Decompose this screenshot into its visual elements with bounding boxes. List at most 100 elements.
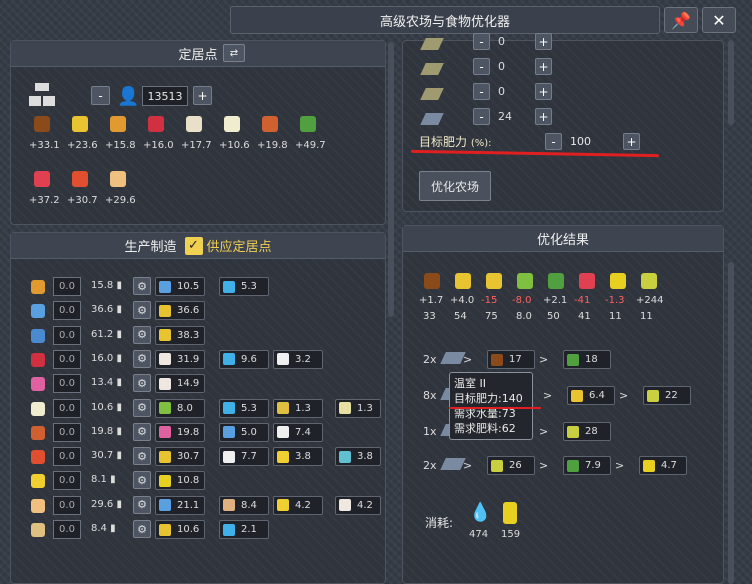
input-chip: 10.8 xyxy=(155,471,205,491)
output-icon xyxy=(491,353,503,366)
swap-button[interactable]: ⇄ xyxy=(223,44,245,62)
settings-gear-icon[interactable]: ⚙ xyxy=(133,471,151,490)
chain-multiplier: 2x xyxy=(423,353,437,366)
input-chip: 8.4 xyxy=(219,495,269,515)
production-value-input[interactable]: 0.0 xyxy=(53,374,81,394)
optimize-farm-button[interactable]: 优化农场 xyxy=(419,171,491,201)
production-value-input[interactable]: 0.0 xyxy=(53,520,81,539)
production-value-input[interactable]: 0.0 xyxy=(53,471,81,491)
ingredient-icon xyxy=(223,450,235,463)
field-plus-button[interactable]: + xyxy=(535,83,552,100)
production-rate: 19.8 ▮ xyxy=(91,425,122,437)
production-value-input[interactable]: 0.0 xyxy=(53,325,81,345)
production-value-input[interactable]: 0.0 xyxy=(53,349,81,369)
output-amount: 17 xyxy=(509,354,522,365)
field-plus-button[interactable]: + xyxy=(535,58,552,75)
output-icon xyxy=(491,459,503,472)
window-title: 高级农场与食物优化器 xyxy=(230,6,660,34)
input-chip: 1.3 xyxy=(335,398,381,418)
ingredient-icon xyxy=(339,499,351,512)
ingredient-amount: 8.4 xyxy=(241,499,257,511)
ingredient-icon xyxy=(339,402,351,414)
production-value-input[interactable]: 0.0 xyxy=(53,277,81,296)
output-amount: 28 xyxy=(585,426,598,437)
ingredient-amount: 30.7 xyxy=(177,451,200,463)
crop-icon xyxy=(452,270,474,292)
settings-gear-icon[interactable]: ⚙ xyxy=(133,301,151,320)
ingredient-amount: 1.3 xyxy=(295,402,311,414)
ingredient-icon xyxy=(159,523,171,536)
fertilizer-icon xyxy=(503,502,517,524)
product-icon xyxy=(27,398,49,420)
input-chip: 10.5 xyxy=(155,277,205,296)
ingredient-icon xyxy=(277,353,289,366)
chain-output-chip: 7.9 xyxy=(563,456,611,475)
fruit-icon xyxy=(31,168,53,190)
salad-icon xyxy=(297,113,319,135)
crop-count: 75 xyxy=(485,311,498,322)
population-minus-button[interactable]: - xyxy=(91,86,110,105)
left-scrollbar[interactable] xyxy=(388,42,394,317)
settings-gear-icon[interactable]: ⚙ xyxy=(133,349,151,368)
output-icon xyxy=(647,389,659,402)
input-chip: 4.2 xyxy=(273,495,323,515)
crop-count: 11 xyxy=(640,311,653,322)
population-input[interactable]: 13513 xyxy=(142,86,188,106)
chain-arrow: > xyxy=(539,353,549,366)
crop-icon xyxy=(576,270,598,292)
right-scrollbar-top[interactable] xyxy=(728,40,734,125)
production-value-input[interactable]: 0.0 xyxy=(53,422,81,442)
fertility-value[interactable]: 100 xyxy=(570,135,591,148)
input-chip: 31.9 xyxy=(155,349,205,369)
output-icon xyxy=(567,353,579,366)
fertility-minus-button[interactable]: - xyxy=(545,133,562,150)
pin-button[interactable]: 📌 xyxy=(664,7,698,33)
chain-arrow: > xyxy=(539,425,549,438)
production-value-input[interactable]: 0.0 xyxy=(53,301,81,321)
optimizer-window: 高级农场与食物优化器 📌 ✕ 定居点 ⇄ - 👤 13513 + +33.1 +2… xyxy=(0,0,752,584)
settings-gear-icon[interactable]: ⚙ xyxy=(133,495,151,514)
ingredient-amount: 3.2 xyxy=(295,353,311,365)
field-plus-button[interactable]: + xyxy=(535,108,552,125)
production-value-input[interactable]: 0.0 xyxy=(53,495,81,515)
settings-gear-icon[interactable]: ⚙ xyxy=(133,422,151,441)
production-rate: 13.4 ▮ xyxy=(91,377,122,389)
right-scrollbar[interactable] xyxy=(728,262,734,584)
ingredient-amount: 4.2 xyxy=(357,499,373,511)
settings-gear-icon[interactable]: ⚙ xyxy=(133,374,151,393)
ingredient-amount: 31.9 xyxy=(177,353,200,365)
field-minus-button[interactable]: - xyxy=(473,83,490,100)
field-count: 0 xyxy=(498,60,505,73)
production-value-input[interactable]: 0.0 xyxy=(53,447,81,467)
input-chip: 19.8 xyxy=(155,422,205,442)
field-minus-button[interactable]: - xyxy=(473,33,490,50)
production-value-input[interactable]: 0.0 xyxy=(53,398,81,418)
field-plus-button[interactable]: + xyxy=(535,33,552,50)
field-minus-button[interactable]: - xyxy=(473,108,490,125)
crop-icon xyxy=(607,270,629,292)
production-panel: 生产制造 ✓ 供应定居点 0.0 15.8 ▮ ⚙ 10.5 5.3 0.0 36.6 ▮ ⚙… xyxy=(10,232,386,584)
settings-gear-icon[interactable]: ⚙ xyxy=(133,520,151,538)
product-icon xyxy=(27,349,49,371)
chain-multiplier: 8x xyxy=(423,389,437,402)
chain-output-chip: 4.7 xyxy=(639,456,687,475)
supply-checkbox[interactable]: ✓ xyxy=(184,236,203,255)
crop-rate: -1.3 xyxy=(605,295,625,306)
crop-icon xyxy=(483,270,505,292)
fertility-plus-button[interactable]: + xyxy=(623,133,640,150)
settings-gear-icon[interactable]: ⚙ xyxy=(133,277,151,295)
settings-gear-icon[interactable]: ⚙ xyxy=(133,325,151,344)
field-tile-icon xyxy=(420,88,444,100)
settings-gear-icon[interactable]: ⚙ xyxy=(133,447,151,466)
ingredient-amount: 5.0 xyxy=(241,426,257,438)
population-plus-button[interactable]: + xyxy=(193,86,212,105)
food-demand-value: +23.6 xyxy=(67,140,98,151)
close-button[interactable]: ✕ xyxy=(702,7,736,33)
cocoa-icon xyxy=(31,113,53,135)
ingredient-icon xyxy=(159,377,171,390)
settings-gear-icon[interactable]: ⚙ xyxy=(133,398,151,417)
food-demand-value: +16.0 xyxy=(143,140,174,151)
ingredient-icon xyxy=(223,523,235,536)
output-icon xyxy=(643,459,655,472)
field-minus-button[interactable]: - xyxy=(473,58,490,75)
